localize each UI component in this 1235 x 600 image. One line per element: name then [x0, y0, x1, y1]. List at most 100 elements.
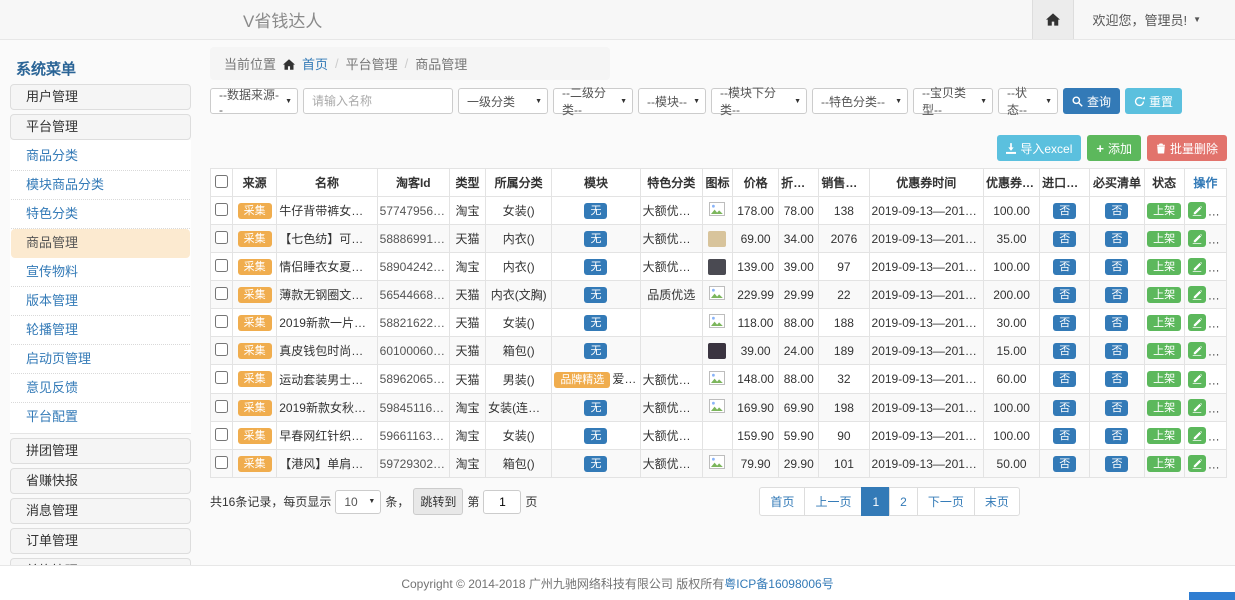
filter-select[interactable]: --特色分类--▼ — [812, 88, 908, 114]
status-badge[interactable]: 上架 — [1147, 259, 1181, 275]
reset-button[interactable]: 重置 — [1125, 88, 1182, 114]
must-buy-toggle[interactable]: 否 — [1105, 428, 1128, 444]
row-checkbox[interactable] — [215, 259, 228, 272]
row-checkbox[interactable] — [215, 456, 228, 469]
sidebar-item[interactable]: 特色分类 — [11, 200, 190, 229]
query-button[interactable]: 查询 — [1063, 88, 1120, 114]
user-menu[interactable]: 欢迎您，管理员! ▼ — [1074, 0, 1235, 39]
must-buy-toggle[interactable]: 否 — [1105, 371, 1128, 387]
top-header: V省钱达人 欢迎您，管理员! ▼ — [0, 0, 1235, 40]
sidebar-item[interactable]: 意见反馈 — [11, 374, 190, 403]
icp-link[interactable]: 粤ICP备16098006号 — [724, 575, 833, 592]
import-select-toggle[interactable]: 否 — [1053, 400, 1076, 416]
must-buy-toggle[interactable]: 否 — [1105, 203, 1128, 219]
home-button[interactable] — [1032, 0, 1074, 39]
sidebar-group[interactable]: 消息管理 — [10, 498, 191, 524]
sidebar-item[interactable]: 模块商品分类 — [11, 171, 190, 200]
name-search-input[interactable] — [303, 88, 453, 114]
select-all-checkbox[interactable] — [215, 175, 228, 188]
pager-button[interactable]: 2 — [889, 487, 918, 516]
row-checkbox[interactable] — [215, 428, 228, 441]
must-buy-toggle[interactable]: 否 — [1105, 231, 1128, 247]
sidebar-group[interactable]: 订单管理 — [10, 528, 191, 554]
edit-button[interactable] — [1188, 286, 1206, 303]
import-select-toggle[interactable]: 否 — [1053, 231, 1076, 247]
import-excel-button[interactable]: 导入excel — [997, 135, 1081, 161]
sidebar-item-active[interactable]: 商品管理 — [11, 229, 190, 258]
edit-button[interactable] — [1188, 371, 1206, 388]
status-badge[interactable]: 上架 — [1147, 456, 1181, 472]
pager-button[interactable]: 末页 — [974, 487, 1020, 516]
row-checkbox[interactable] — [215, 315, 228, 328]
sidebar-item[interactable]: 版本管理 — [11, 287, 190, 316]
jump-page-input[interactable] — [483, 490, 521, 514]
import-select-toggle[interactable]: 否 — [1053, 343, 1076, 359]
pager-button[interactable]: 1 — [861, 487, 890, 516]
add-button[interactable]: + 添加 — [1087, 135, 1141, 161]
column-header: 特色分类 — [640, 169, 702, 197]
filter-select[interactable]: --宝贝类型--▼ — [913, 88, 993, 114]
status-badge[interactable]: 上架 — [1147, 315, 1181, 331]
batch-delete-button[interactable]: 批量删除 — [1147, 135, 1227, 161]
must-buy-toggle[interactable]: 否 — [1105, 315, 1128, 331]
filter-select[interactable]: --二级分类--▼ — [553, 88, 633, 114]
row-checkbox[interactable] — [215, 231, 228, 244]
breadcrumb-home-link[interactable]: 首页 — [302, 54, 328, 73]
sidebar-item[interactable]: 平台配置 — [11, 403, 190, 431]
filter-select[interactable]: --状态--▼ — [998, 88, 1058, 114]
edit-button[interactable] — [1188, 202, 1206, 219]
edit-button[interactable] — [1188, 314, 1206, 331]
filter-select[interactable]: --模块下分类--▼ — [711, 88, 807, 114]
import-select-toggle[interactable]: 否 — [1053, 371, 1076, 387]
edit-button[interactable] — [1188, 230, 1206, 247]
sidebar-group[interactable]: 兑换管理 — [10, 558, 191, 565]
must-buy-toggle[interactable]: 否 — [1105, 259, 1128, 275]
sidebar-group[interactable]: 平台管理 — [10, 114, 191, 140]
status-badge[interactable]: 上架 — [1147, 428, 1181, 444]
must-buy-toggle[interactable]: 否 — [1105, 287, 1128, 303]
must-buy-toggle[interactable]: 否 — [1105, 343, 1128, 359]
status-badge[interactable]: 上架 — [1147, 203, 1181, 219]
sidebar-item[interactable]: 商品分类 — [11, 142, 190, 171]
filter-select[interactable]: --模块--▼ — [638, 88, 706, 114]
sidebar-item[interactable]: 宣传物料 — [11, 258, 190, 287]
filter-select-value: 一级分类 — [467, 93, 515, 110]
import-select-toggle[interactable]: 否 — [1053, 456, 1076, 472]
edit-button[interactable] — [1188, 258, 1206, 275]
edit-button[interactable] — [1188, 455, 1206, 472]
import-select-toggle[interactable]: 否 — [1053, 428, 1076, 444]
import-select-toggle[interactable]: 否 — [1053, 203, 1076, 219]
sidebar-group[interactable]: 省赚快报 — [10, 468, 191, 494]
sidebar-group[interactable]: 用户管理 — [10, 84, 191, 110]
sidebar-item[interactable]: 轮播管理 — [11, 316, 190, 345]
import-select-toggle[interactable]: 否 — [1053, 315, 1076, 331]
edit-button[interactable] — [1188, 342, 1206, 359]
filter-select[interactable]: 一级分类▼ — [458, 88, 548, 114]
status-badge[interactable]: 上架 — [1147, 287, 1181, 303]
sidebar-submenu: 商品分类模块商品分类特色分类商品管理宣传物料版本管理轮播管理启动页管理意见反馈平… — [10, 140, 191, 434]
jump-button[interactable]: 跳转到 — [413, 488, 463, 515]
filter-select[interactable]: --数据来源--▼ — [210, 88, 298, 114]
row-checkbox[interactable] — [215, 343, 228, 356]
pager-button[interactable]: 首页 — [759, 487, 805, 516]
sidebar-item[interactable]: 启动页管理 — [11, 345, 190, 374]
row-checkbox[interactable] — [215, 287, 228, 300]
row-checkbox[interactable] — [215, 400, 228, 413]
must-buy-toggle[interactable]: 否 — [1105, 400, 1128, 416]
import-select-toggle[interactable]: 否 — [1053, 287, 1076, 303]
row-checkbox[interactable] — [215, 371, 228, 384]
chevron-down-icon: ▼ — [895, 98, 902, 105]
edit-button[interactable] — [1188, 399, 1206, 416]
must-buy-toggle[interactable]: 否 — [1105, 456, 1128, 472]
import-select-toggle[interactable]: 否 — [1053, 259, 1076, 275]
pager-button[interactable]: 下一页 — [917, 487, 975, 516]
status-badge[interactable]: 上架 — [1147, 371, 1181, 387]
status-badge[interactable]: 上架 — [1147, 343, 1181, 359]
sidebar-group[interactable]: 拼团管理 — [10, 438, 191, 464]
edit-button[interactable] — [1188, 427, 1206, 444]
row-checkbox[interactable] — [215, 203, 228, 216]
status-badge[interactable]: 上架 — [1147, 231, 1181, 247]
pager-button[interactable]: 上一页 — [804, 487, 862, 516]
page-size-select[interactable]: 10 ▼ — [335, 490, 381, 514]
status-badge[interactable]: 上架 — [1147, 400, 1181, 416]
